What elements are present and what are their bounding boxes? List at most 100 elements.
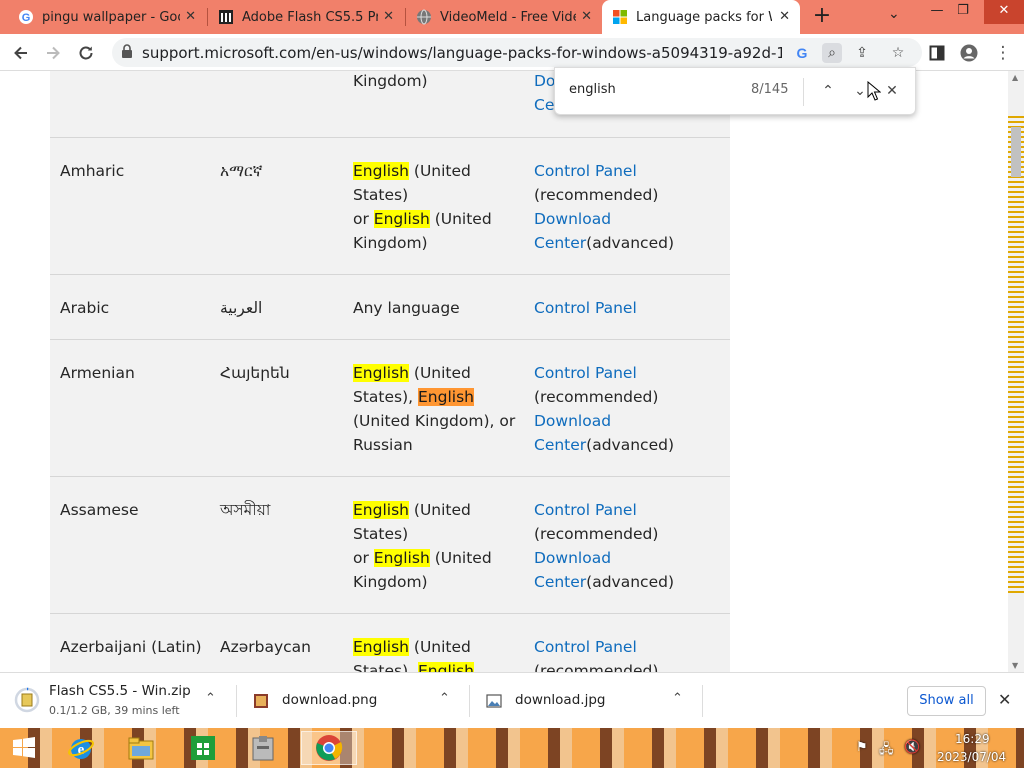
clock-date[interactable]: 2023/07/04 bbox=[937, 750, 1006, 764]
download-progress-icon bbox=[14, 687, 40, 713]
search-highlight: English bbox=[418, 662, 474, 672]
archive-icon bbox=[218, 9, 234, 25]
tab-adobe-flash[interactable]: Adobe Flash CS5.5 Pro ✕ bbox=[208, 0, 404, 34]
download-center-link[interactable]: Download bbox=[534, 412, 611, 430]
download-center-link[interactable]: Download bbox=[534, 210, 611, 228]
search-highlight: English bbox=[353, 162, 409, 180]
scroll-up-arrow-icon[interactable]: ▲ bbox=[1012, 73, 1018, 82]
google-translate-icon[interactable]: G bbox=[792, 43, 812, 63]
share-icon[interactable]: ⇪ bbox=[852, 43, 872, 63]
close-icon[interactable]: ✕ bbox=[998, 690, 1011, 709]
cell-display-language: Any language bbox=[353, 299, 460, 317]
search-highlight: English bbox=[353, 501, 409, 519]
download-center-link[interactable]: Download bbox=[534, 549, 611, 567]
chrome-icon[interactable] bbox=[301, 731, 357, 765]
tab-search-chevron-icon[interactable]: ⌄ bbox=[888, 6, 900, 22]
tab-title: pingu wallpaper - Goo bbox=[42, 9, 180, 25]
close-icon[interactable]: ✕ bbox=[581, 9, 592, 24]
clock-time[interactable]: 16:29 bbox=[955, 732, 990, 746]
restore-button[interactable]: ❐ bbox=[948, 0, 978, 24]
volume-muted-icon[interactable]: 🔇 bbox=[904, 740, 920, 755]
native-language-name: অসমীয়া bbox=[220, 501, 271, 519]
file-explorer-icon[interactable] bbox=[116, 731, 166, 765]
tab-title: Adobe Flash CS5.5 Pro bbox=[242, 9, 378, 25]
language-name: Amharic bbox=[60, 162, 125, 180]
show-all-button[interactable]: Show all bbox=[907, 686, 986, 716]
chevron-up-icon[interactable]: ⌃ bbox=[817, 80, 839, 102]
menu-kebab-icon[interactable]: ⋮ bbox=[990, 40, 1016, 66]
download-center-link[interactable]: Center bbox=[534, 436, 586, 454]
windows-taskbar: e ⚑ 🖧 🔇 16:29 2023/07/04 bbox=[0, 728, 1024, 768]
tab-title: VideoMeld - Free Vide bbox=[440, 9, 576, 25]
side-panel-icon[interactable] bbox=[924, 40, 950, 66]
find-input[interactable]: english bbox=[569, 82, 616, 97]
cell-language-pack: Control Panel bbox=[534, 296, 724, 320]
control-panel-link[interactable]: Control Panel bbox=[534, 501, 637, 519]
reload-icon[interactable] bbox=[73, 40, 99, 66]
download-center-link[interactable]: Center bbox=[534, 573, 586, 591]
download-item[interactable]: download.jpg ⌃ bbox=[470, 673, 702, 729]
download-link[interactable]: Do bbox=[534, 72, 555, 90]
close-icon[interactable]: ✕ bbox=[779, 9, 790, 24]
download-filename: download.png bbox=[282, 692, 378, 708]
archive-app-icon[interactable] bbox=[238, 731, 288, 765]
table-row: Arabic العربية Any language Control Pane… bbox=[50, 275, 730, 340]
close-icon[interactable]: ✕ bbox=[383, 9, 394, 24]
language-name: Armenian bbox=[60, 364, 135, 382]
microsoft-icon bbox=[612, 9, 628, 25]
new-tab-button[interactable]: + bbox=[810, 4, 834, 28]
native-language-name: አማርኛ bbox=[220, 162, 263, 180]
back-arrow-icon[interactable] bbox=[8, 40, 34, 66]
download-center-link[interactable]: Center bbox=[534, 234, 586, 252]
search-highlight: English bbox=[353, 364, 409, 382]
chevron-up-icon[interactable]: ⌃ bbox=[205, 691, 216, 706]
search-highlight: English bbox=[373, 210, 430, 228]
close-icon[interactable]: ✕ bbox=[881, 80, 903, 102]
google-icon: G bbox=[18, 9, 34, 25]
lock-icon[interactable] bbox=[121, 44, 133, 58]
control-panel-link[interactable]: Control Panel bbox=[534, 299, 637, 317]
tab-videomeld[interactable]: VideoMeld - Free Vide ✕ bbox=[406, 0, 602, 34]
bookmark-star-icon[interactable]: ☆ bbox=[888, 43, 908, 63]
image-file-icon bbox=[254, 694, 268, 708]
table-row: Assamese অসমীয়া English (United States)… bbox=[50, 477, 730, 614]
close-icon[interactable]: ✕ bbox=[185, 9, 196, 24]
page-content: Kingdom) Do Cer Amharic አማርኛ English (Uni… bbox=[0, 71, 1008, 672]
window-close-button[interactable]: ✕ bbox=[984, 0, 1024, 24]
chevron-up-icon[interactable]: ⌃ bbox=[672, 691, 683, 706]
forward-arrow-icon[interactable] bbox=[40, 40, 66, 66]
divider bbox=[702, 685, 703, 717]
cell-display-language: Kingdom) bbox=[353, 72, 428, 90]
network-icon[interactable]: 🖧 bbox=[879, 740, 894, 762]
divider bbox=[803, 78, 804, 106]
profile-avatar-icon[interactable] bbox=[956, 40, 982, 66]
scrollbar-thumb[interactable] bbox=[1011, 127, 1021, 177]
download-item[interactable]: Flash CS5.5 - Win.zip 0.1/1.2 GB, 39 min… bbox=[0, 673, 236, 729]
tab-pingu-wallpaper[interactable]: G pingu wallpaper - Goo ✕ bbox=[8, 0, 206, 34]
download-status: 0.1/1.2 GB, 39 mins left bbox=[49, 704, 180, 717]
tab-language-packs[interactable]: Language packs for W ✕ bbox=[602, 0, 800, 34]
scroll-down-arrow-icon[interactable]: ▼ bbox=[1012, 661, 1018, 670]
language-packs-table: Kingdom) Do Cer Amharic አማርኛ English (Uni… bbox=[50, 71, 730, 672]
language-name: Assamese bbox=[60, 501, 139, 519]
find-in-page-icon[interactable]: ⌕ bbox=[822, 43, 842, 63]
native-language-name: Azərbaycan bbox=[220, 638, 312, 656]
table-row: Azerbaijani (Latin) Azərbaycan English (… bbox=[50, 614, 730, 672]
native-language-name: العربية bbox=[220, 299, 263, 317]
download-item[interactable]: download.png ⌃ bbox=[237, 673, 469, 729]
flag-icon[interactable]: ⚑ bbox=[856, 740, 868, 755]
control-panel-link[interactable]: Control Panel bbox=[534, 638, 637, 656]
internet-explorer-icon[interactable]: e bbox=[56, 731, 106, 765]
start-button[interactable] bbox=[0, 731, 48, 765]
cell-display-language: English (United States), English (United… bbox=[353, 364, 516, 454]
control-panel-link[interactable]: Control Panel bbox=[534, 364, 637, 382]
chevron-up-icon[interactable]: ⌃ bbox=[439, 691, 450, 706]
control-panel-link[interactable]: Control Panel bbox=[534, 162, 637, 180]
downloads-bar: Flash CS5.5 - Win.zip 0.1/1.2 GB, 39 min… bbox=[0, 672, 1024, 728]
browser-toolbar: support.microsoft.com/en-us/windows/lang… bbox=[0, 34, 1024, 71]
address-bar[interactable]: support.microsoft.com/en-us/windows/lang… bbox=[112, 38, 922, 67]
svg-text:G: G bbox=[22, 12, 31, 24]
vertical-scrollbar[interactable]: ▲ ▼ bbox=[1008, 71, 1024, 672]
language-name: Arabic bbox=[60, 299, 110, 317]
store-icon[interactable] bbox=[178, 731, 228, 765]
